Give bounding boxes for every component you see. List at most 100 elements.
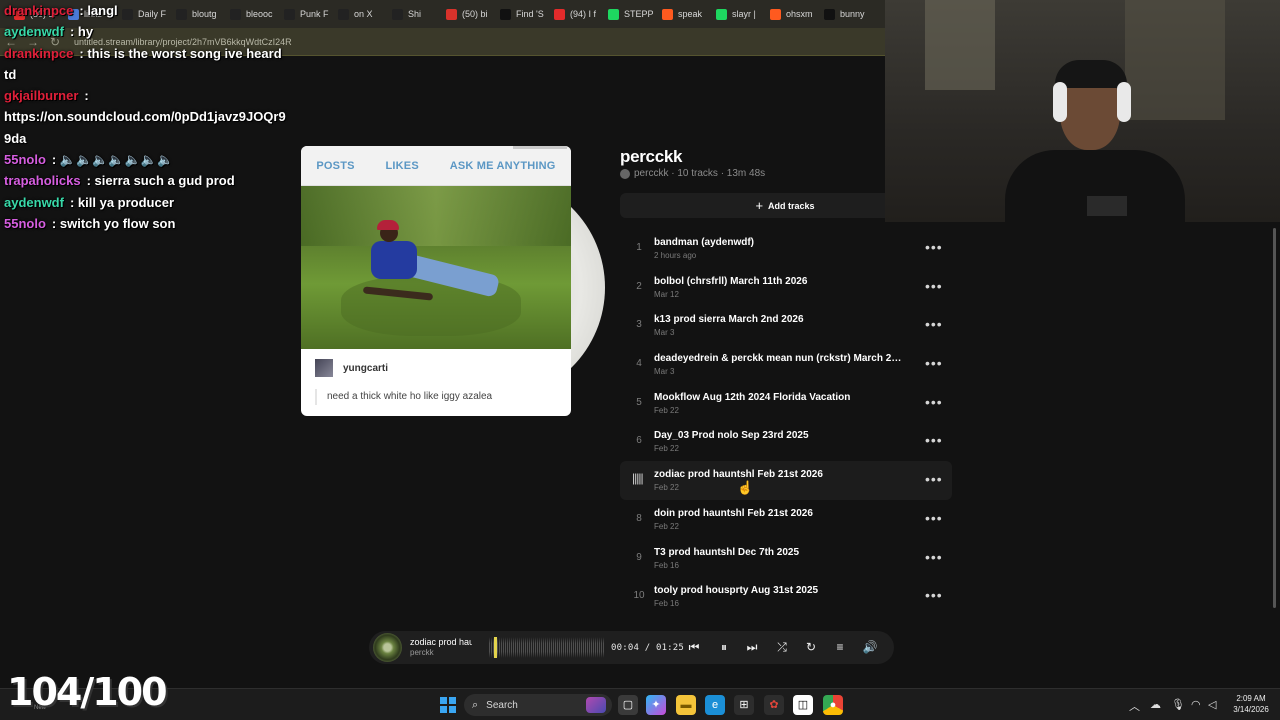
wifi-icon[interactable]: ◠ <box>1191 698 1201 711</box>
tray-cloud-icon[interactable]: ☁ <box>1150 698 1161 711</box>
browser-tab[interactable]: (94) I f <box>548 3 602 25</box>
chat-username[interactable]: trapaholicks <box>4 173 81 188</box>
repeat-icon[interactable]: ↻ <box>802 639 820 655</box>
track-date: Feb 22 <box>654 444 679 454</box>
copilot-icon[interactable]: ✦ <box>646 695 666 715</box>
track-number: 10 <box>633 590 645 602</box>
hand-cursor-icon: ☝ <box>737 480 754 495</box>
track-row[interactable]: 1 bandman (aydenwdf) 2 hours ago ••• <box>620 229 952 268</box>
store-icon[interactable]: ⊞ <box>734 695 754 715</box>
track-row[interactable]: 4 deadeyedrein & perckk mean nun (rckstr)… <box>620 345 952 384</box>
chat-message: drankinpce: this is the worst song ive h… <box>4 43 364 64</box>
shuffle-icon[interactable]: ⤮ <box>773 639 791 655</box>
file-explorer-icon[interactable]: ▬ <box>676 695 696 715</box>
more-options-icon[interactable]: ••• <box>925 278 943 294</box>
queue-icon[interactable]: ≡ <box>831 639 849 655</box>
browser-tab[interactable]: Find 'S <box>494 3 548 25</box>
soundcloud-icon <box>770 8 781 20</box>
more-options-icon[interactable]: ••• <box>925 239 943 255</box>
task-view-icon[interactable]: ▢ <box>618 695 638 715</box>
tray-chevron-icon[interactable]: ︿ <box>1129 698 1140 714</box>
more-options-icon[interactable]: ••• <box>925 394 943 410</box>
track-title[interactable]: bolbol (chrsfrll) March 11th 2026 <box>654 276 904 287</box>
browser-tab[interactable]: ohsxm <box>764 3 818 25</box>
track-title[interactable]: zodiac prod hauntshl Feb 21st 2026 <box>654 469 904 480</box>
more-options-icon[interactable]: ••• <box>925 355 943 371</box>
more-options-icon[interactable]: ••• <box>925 471 943 487</box>
card-nav-ask[interactable]: ASK ME ANYTHING <box>450 160 556 172</box>
more-options-icon[interactable]: ••• <box>925 432 943 448</box>
track-row[interactable]: 2 bolbol (chrsfrll) March 11th 2026 Mar 12… <box>620 268 952 307</box>
next-icon[interactable]: ⏭ <box>743 639 761 655</box>
card-nav-likes[interactable]: LIKES <box>385 160 418 172</box>
track-title[interactable]: T3 prod hauntshl Dec 7th 2025 <box>654 547 904 558</box>
browser-tab[interactable]: slayr | <box>710 3 764 25</box>
chat-separator: : <box>86 173 95 189</box>
track-title[interactable]: doin prod hauntshl Feb 21st 2026 <box>654 508 904 519</box>
taskbar-clock[interactable]: 2:09 AM 3/14/2026 <box>1228 693 1274 715</box>
browser-tab[interactable]: Shi <box>386 3 440 25</box>
track-date: Feb 16 <box>654 560 679 570</box>
pause-icon[interactable]: ⏸ <box>715 639 733 655</box>
track-row[interactable]: 5 Mookflow Aug 12th 2024 Florida Vacation… <box>620 384 952 423</box>
tiktok-icon <box>500 8 511 20</box>
track-title[interactable]: deadeyedrein & perckk mean nun (rckstr) … <box>654 353 904 364</box>
track-row[interactable]: 9 T3 prod hauntshl Dec 7th 2025 Feb 16 ••• <box>620 539 952 578</box>
track-title[interactable]: tooly prod housprty Aug 31st 2025 <box>654 585 904 596</box>
page-scrollbar[interactable] <box>1270 222 1278 614</box>
previous-icon[interactable]: ⏮ <box>685 639 703 655</box>
edge-icon[interactable]: e <box>705 695 725 715</box>
browser-tab[interactable]: STEPP <box>602 3 656 25</box>
chat-username[interactable]: gkjailburner <box>4 88 78 103</box>
now-playing-icon: ||||| <box>632 471 644 486</box>
player-progress-marker[interactable] <box>494 637 498 658</box>
chat-username[interactable]: 55nolo <box>4 152 46 167</box>
track-row[interactable]: 3 k13 prod sierra March 2nd 2026 Mar 3 ••• <box>620 306 952 345</box>
author-name[interactable]: yungcarti <box>343 363 388 374</box>
chrome-icon[interactable]: ● <box>823 695 843 715</box>
chat-username[interactable]: 55nolo <box>4 216 46 231</box>
chat-username[interactable]: aydenwdf <box>4 195 64 210</box>
author-avatar[interactable] <box>315 359 333 377</box>
browser-tab[interactable]: (50) bi <box>440 3 494 25</box>
player-artwork[interactable] <box>373 633 402 662</box>
taskbar-search-label: Search <box>486 699 518 711</box>
pinterest-icon <box>446 8 457 20</box>
chat-message: 55nolo: switch yo flow son <box>4 213 364 234</box>
chat-username[interactable]: drankinpce <box>4 46 73 61</box>
chat-username[interactable]: drankinpce <box>4 3 73 18</box>
track-title[interactable]: Day_03 Prod nolo Sep 23rd 2025 <box>654 430 904 441</box>
volume-icon[interactable]: 🔊 <box>861 639 879 655</box>
track-row[interactable]: ||||| zodiac prod hauntshl Feb 21st 2026 F… <box>620 461 952 500</box>
speaker-icon[interactable]: ◁ <box>1208 698 1216 711</box>
capcut-icon[interactable]: ◫ <box>793 695 813 715</box>
track-row[interactable]: 8 doin prod hauntshl Feb 21st 2026 Feb 22 •… <box>620 500 952 539</box>
track-list: 1 bandman (aydenwdf) 2 hours ago ••• 2 bolbol… <box>620 229 952 616</box>
track-title[interactable]: Mookflow Aug 12th 2024 Florida Vacation <box>654 392 904 403</box>
track-title[interactable]: bandman (aydenwdf) <box>654 237 904 248</box>
more-options-icon[interactable]: ••• <box>925 549 943 565</box>
more-options-icon[interactable]: ••• <box>925 510 943 526</box>
plus-icon: + <box>755 198 764 213</box>
player-waveform[interactable] <box>489 637 604 658</box>
search-icon: ⌕ <box>472 698 479 711</box>
track-row[interactable]: 6 Day_03 Prod nolo Sep 23rd 2025 Feb 22 ••• <box>620 422 952 461</box>
track-row[interactable]: 10 tooly prod housprty Aug 31st 2025 Feb 1… <box>620 577 952 616</box>
microphone-icon[interactable]: 🎙 <box>1171 698 1185 711</box>
more-options-icon[interactable]: ••• <box>925 587 943 603</box>
chat-text: switch yo flow son <box>59 215 176 231</box>
player-track-artist[interactable]: perckk <box>410 648 434 657</box>
browser-tab-label: slayr | <box>732 9 756 19</box>
browser-tab[interactable]: speak <box>656 3 710 25</box>
app-icon[interactable]: ✿ <box>764 695 784 715</box>
track-title[interactable]: k13 prod sierra March 2nd 2026 <box>654 314 904 325</box>
browser-tab[interactable]: bunny <box>818 3 872 25</box>
chat-separator: : <box>69 194 78 210</box>
taskbar-search[interactable]: ⌕ Search <box>464 694 612 716</box>
audio-player: zodiac prod hau perckk 00:04 / 01:25 ⏮ ⏸… <box>369 631 894 664</box>
browser-tab-label: STEPP <box>624 9 654 19</box>
chat-username[interactable]: aydenwdf <box>4 24 64 39</box>
chat-separator: : <box>51 215 60 231</box>
more-options-icon[interactable]: ••• <box>925 316 943 332</box>
windows-start-icon[interactable] <box>440 697 456 713</box>
